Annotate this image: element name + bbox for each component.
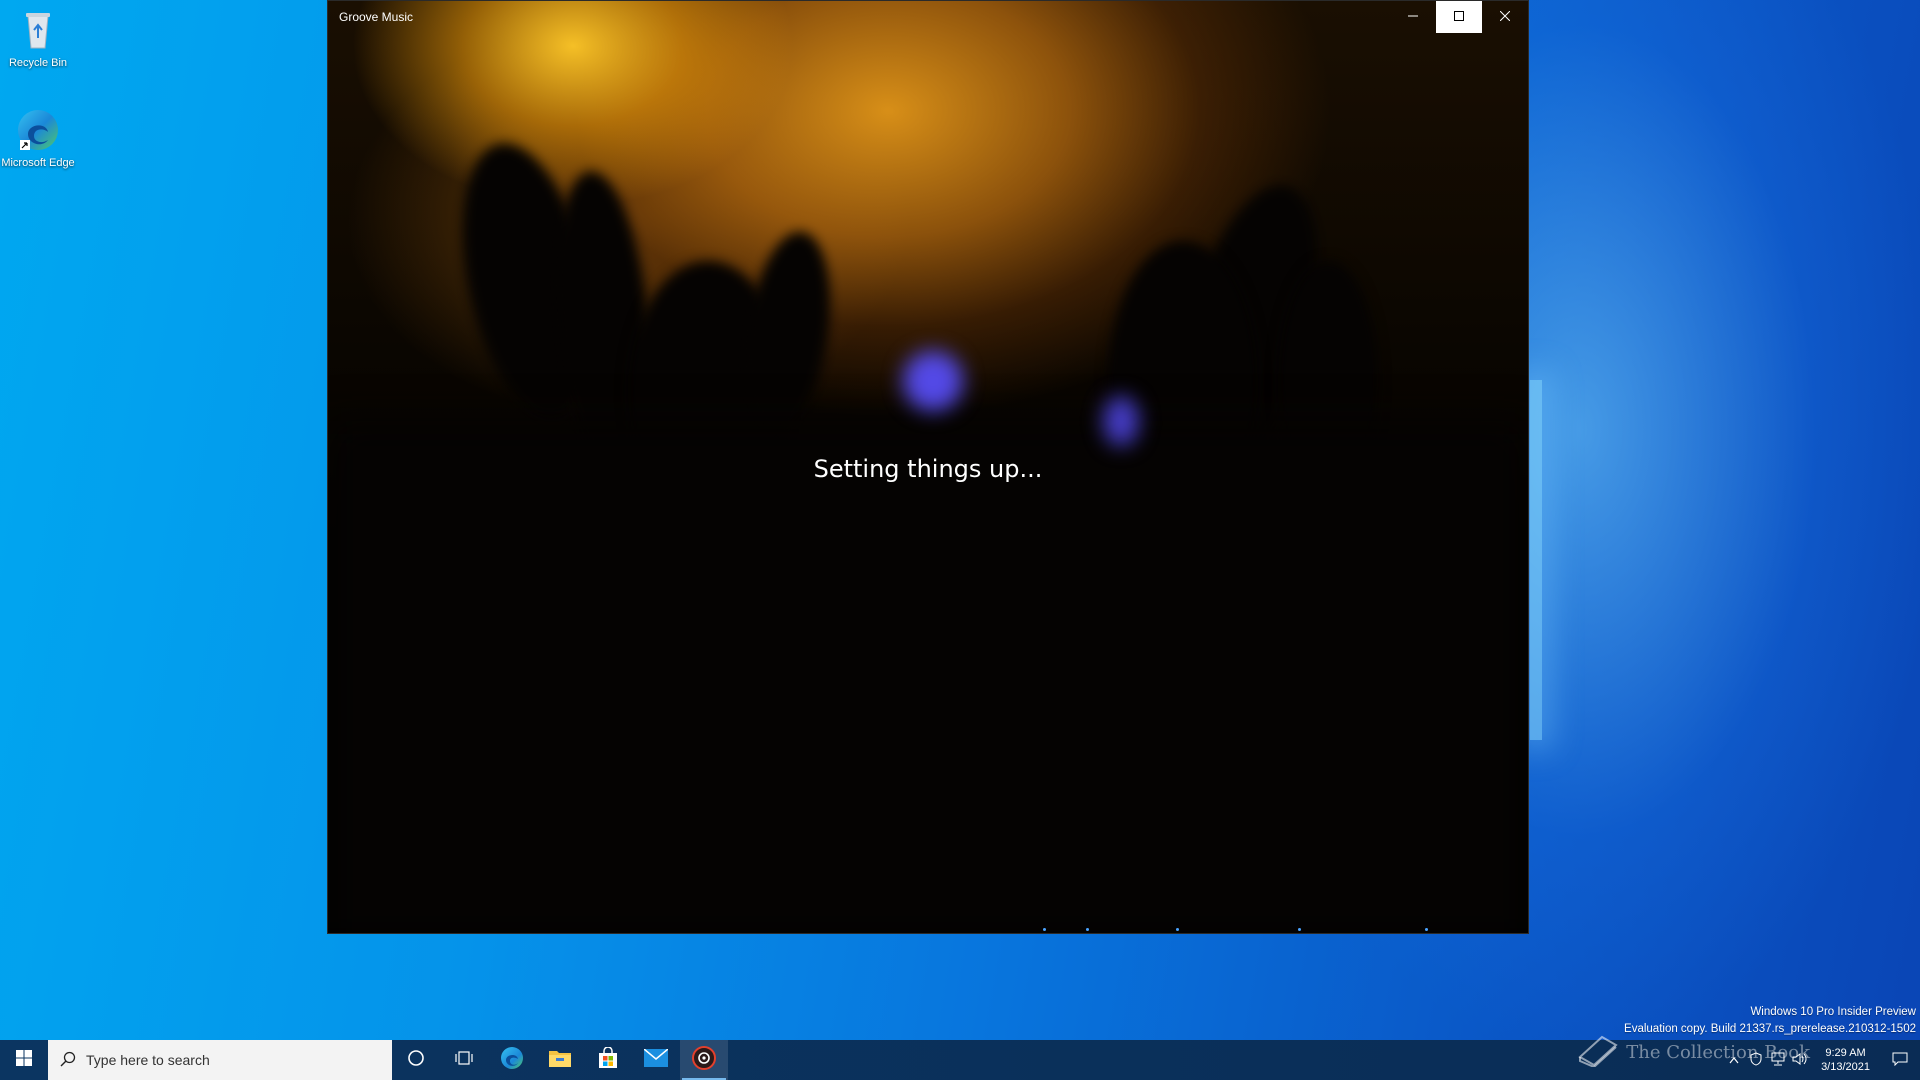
cortana-icon <box>407 1049 425 1072</box>
search-icon <box>60 1051 76 1070</box>
book-icon <box>1576 1033 1620 1072</box>
taskbar-edge-button[interactable] <box>488 1040 536 1080</box>
title-bar[interactable]: Groove Music <box>328 1 1528 33</box>
close-button[interactable] <box>1482 1 1528 33</box>
search-placeholder: Type here to search <box>86 1052 210 1068</box>
start-button[interactable] <box>0 1040 48 1080</box>
windows-logo-icon <box>16 1049 32 1071</box>
recycle-bin-icon <box>14 6 62 54</box>
desktop-icon-label: Microsoft Edge <box>1 157 75 169</box>
edge-icon <box>500 1046 524 1075</box>
groove-music-icon <box>692 1045 716 1075</box>
watermark-line-1: Windows 10 Pro Insider Preview <box>1750 1006 1916 1018</box>
edge-icon <box>14 106 62 154</box>
task-view-icon <box>455 1049 473 1072</box>
microsoft-store-button[interactable] <box>584 1040 632 1080</box>
minimize-icon <box>1408 8 1418 26</box>
store-icon <box>597 1045 619 1074</box>
desktop-light-beam <box>1530 380 1542 740</box>
desktop-icon-recycle-bin[interactable]: Recycle Bin <box>0 6 76 69</box>
brand-watermark: The Collection Book <box>1576 1033 1810 1072</box>
clock-time: 9:29 AM <box>1825 1047 1866 1059</box>
setup-status-text: Setting things up... <box>813 455 1043 483</box>
notification-icon <box>1892 1052 1908 1069</box>
maximize-button[interactable] <box>1436 1 1482 33</box>
desktop-icon-microsoft-edge[interactable]: Microsoft Edge <box>0 106 76 169</box>
minimize-button[interactable] <box>1390 1 1436 33</box>
mail-icon <box>643 1047 669 1072</box>
groove-music-window[interactable]: Groove Music Setting things up... <box>327 0 1529 934</box>
maximize-icon <box>1454 8 1464 26</box>
taskbar-clock[interactable]: 9:29 AM 3/13/2021 <box>1811 1046 1880 1074</box>
file-explorer-icon <box>548 1048 572 1073</box>
close-icon <box>1499 8 1511 26</box>
window-title: Groove Music <box>339 10 414 24</box>
cortana-button[interactable] <box>392 1040 440 1080</box>
task-view-button[interactable] <box>440 1040 488 1080</box>
loading-progress-dots <box>328 928 1528 931</box>
brand-watermark-text: The Collection Book <box>1626 1042 1810 1063</box>
action-center-button[interactable] <box>1880 1040 1920 1080</box>
taskbar: Type here to search 9:29 AM 3/13/2021 Th… <box>0 1035 1920 1080</box>
desktop-icon-label: Recycle Bin <box>8 57 68 69</box>
clock-date: 3/13/2021 <box>1821 1061 1870 1073</box>
mail-button[interactable] <box>632 1040 680 1080</box>
taskbar-search-box[interactable]: Type here to search <box>48 1040 392 1080</box>
file-explorer-button[interactable] <box>536 1040 584 1080</box>
groove-music-button[interactable] <box>680 1040 728 1080</box>
